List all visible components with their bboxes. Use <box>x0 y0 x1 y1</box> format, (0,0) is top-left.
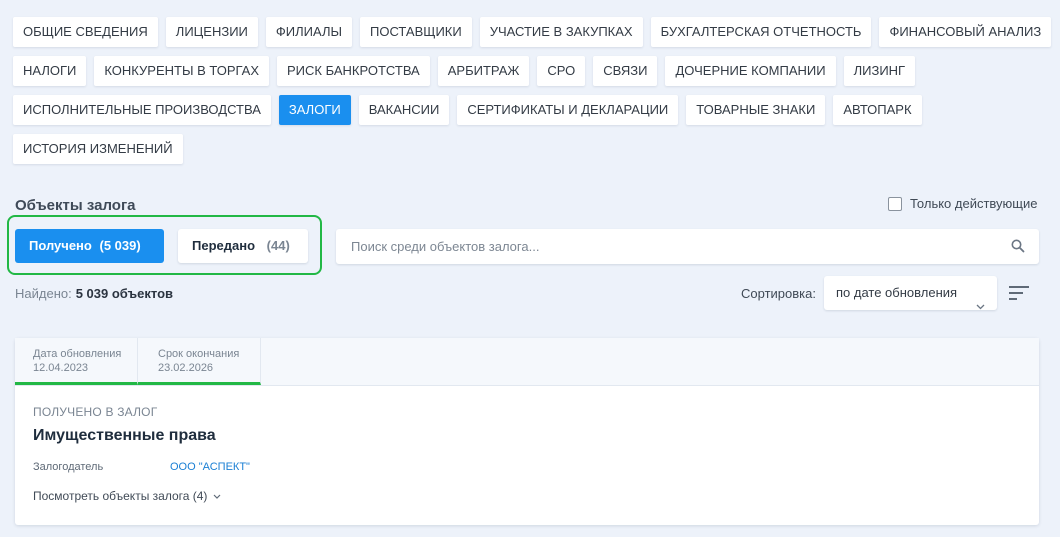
tab-item[interactable]: ПОСТАВЩИКИ <box>360 17 472 47</box>
tab-item[interactable]: АРБИТРАЖ <box>437 56 530 86</box>
tab-item[interactable]: УЧАСТИЕ В ЗАКУПКАХ <box>479 17 643 47</box>
found-value: 5 039 объектов <box>75 286 174 301</box>
sort-label: Сортировка: <box>741 286 816 301</box>
pledge-card: Дата обновления 12.04.2023 Срок окончани… <box>15 338 1039 525</box>
card-header: Дата обновления 12.04.2023 Срок окончани… <box>15 338 1039 386</box>
tab-item[interactable]: СВЯЗИ <box>593 56 658 86</box>
search-box <box>336 229 1039 264</box>
tab-item[interactable]: СЕРТИФИКАТЫ И ДЕКЛАРАЦИИ <box>457 95 679 125</box>
tab-item[interactable]: КОНКУРЕНТЫ В ТОРГАХ <box>94 56 270 86</box>
results-count: Найдено: 5 039 объектов <box>15 286 173 301</box>
pledger-row: Залогодатель ООО "АСПЕКТ" <box>33 461 1021 473</box>
sent-count: (44) <box>266 238 290 253</box>
tab-item[interactable]: ОБЩИЕ СВЕДЕНИЯ <box>13 17 158 47</box>
tab-row-4: ИСТОРИЯ ИЗМЕНЕНИЙ <box>13 134 1053 164</box>
search-input[interactable] <box>336 229 976 264</box>
updated-label: Дата обновления <box>33 348 122 360</box>
received-label: Получено <box>29 238 92 253</box>
sort-select[interactable]: по дате обновления <box>824 276 997 310</box>
only-active-filter[interactable]: Только действующие <box>888 196 1038 211</box>
section-tabs: ОБЩИЕ СВЕДЕНИЯ ЛИЦЕНЗИИ ФИЛИАЛЫ ПОСТАВЩИКИ У… <box>13 17 1053 173</box>
pledge-title: Имущественные права <box>33 427 216 444</box>
tab-item[interactable]: ИСТОРИЯ ИЗМЕНЕНИЙ <box>13 134 183 164</box>
sent-label: Передано <box>192 238 256 253</box>
tab-item[interactable]: ЛИЦЕНЗИИ <box>165 17 258 47</box>
received-count: (5 039) <box>99 238 141 253</box>
expiry-label: Срок окончания <box>158 348 240 360</box>
pledger-link[interactable]: ООО "АСПЕКТ" <box>170 461 250 473</box>
tab-item[interactable]: ИСПОЛНИТЕЛЬНЫЕ ПРОИЗВОДСТВА <box>13 95 271 125</box>
tab-row-3: ИСПОЛНИТЕЛЬНЫЕ ПРОИЗВОДСТВА ЗАЛОГИ ВАКАНСИ… <box>13 95 1053 125</box>
sort-value: по дате обновления <box>836 285 958 300</box>
received-filter-button[interactable]: Получено (5 039) <box>15 229 164 263</box>
tab-item[interactable]: АВТОПАРК <box>833 95 922 125</box>
pledger-label: Залогодатель <box>33 461 104 473</box>
only-active-checkbox[interactable] <box>888 196 902 211</box>
header-filler <box>261 338 1039 385</box>
sort-order-icon[interactable] <box>1009 286 1029 305</box>
tab-item[interactable]: ТОВАРНЫЕ ЗНАКИ <box>686 95 826 125</box>
tab-updated-date[interactable]: Дата обновления 12.04.2023 <box>15 338 138 385</box>
chevron-down-icon <box>976 289 985 323</box>
tab-item[interactable]: СРО <box>537 56 586 86</box>
tab-row-2: НАЛОГИ КОНКУРЕНТЫ В ТОРГАХ РИСК БАНКРОТСТВ… <box>13 56 1053 86</box>
search-icon[interactable] <box>1011 239 1025 258</box>
tab-item[interactable]: ФИЛИАЛЫ <box>265 17 352 47</box>
pledge-kind: ПОЛУЧЕНО В ЗАЛОГ <box>33 405 158 419</box>
tab-item[interactable]: БУХГАЛТЕРСКАЯ ОТЧЕТНОСТЬ <box>650 17 872 47</box>
tab-item[interactable]: ЛИЗИНГ <box>843 56 916 86</box>
found-label: Найдено: <box>15 286 72 301</box>
tab-item[interactable]: ДОЧЕРНИЕ КОМПАНИИ <box>665 56 836 86</box>
view-objects-label: Посмотреть объекты залога (4) <box>33 489 208 503</box>
tab-item[interactable]: ЗАЛОГИ <box>278 95 351 125</box>
expiry-value: 23.02.2026 <box>158 362 214 374</box>
view-objects-button[interactable]: Посмотреть объекты залога (4) <box>33 489 1021 503</box>
tab-row-1: ОБЩИЕ СВЕДЕНИЯ ЛИЦЕНЗИИ ФИЛИАЛЫ ПОСТАВЩИКИ У… <box>13 17 1053 47</box>
sent-filter-button[interactable]: Передано (44) <box>178 229 308 263</box>
card-body: ПОЛУЧЕНО В ЗАЛОГ Имущественные права Зал… <box>15 386 1039 503</box>
updated-value: 12.04.2023 <box>33 362 89 374</box>
tab-item[interactable]: РИСК БАНКРОТСТВА <box>277 56 430 86</box>
tab-item[interactable]: НАЛОГИ <box>13 56 87 86</box>
tab-expiry-date[interactable]: Срок окончания 23.02.2026 <box>138 338 261 385</box>
only-active-label: Только действующие <box>910 196 1038 211</box>
chevron-down-icon <box>213 494 221 499</box>
tab-item[interactable]: ФИНАНСОВЫЙ АНАЛИЗ <box>879 17 1052 47</box>
section-title: Объекты залога <box>15 197 136 214</box>
tab-item[interactable]: ВАКАНСИИ <box>358 95 450 125</box>
